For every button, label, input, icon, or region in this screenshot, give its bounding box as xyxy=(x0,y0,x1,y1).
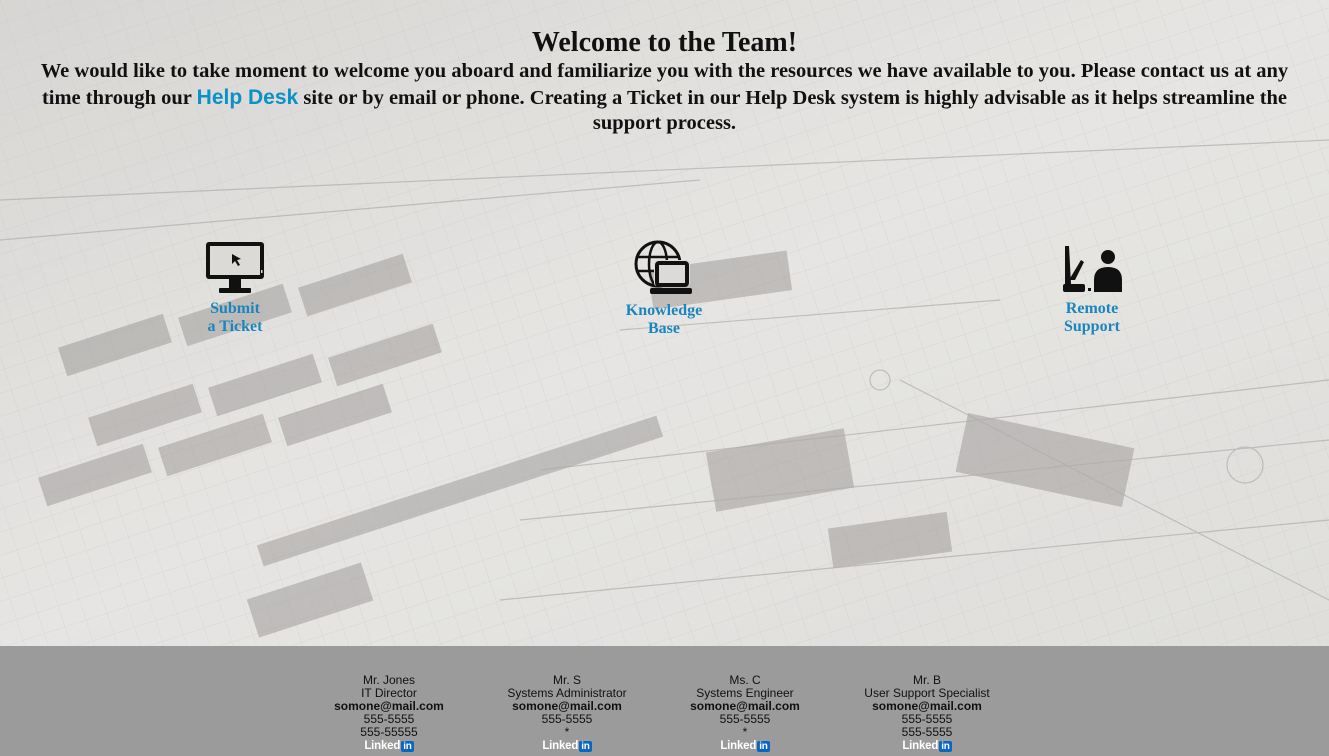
submit-ticket-label: Submit a Ticket xyxy=(207,300,263,335)
linkedin-wordmark: Linked xyxy=(542,740,579,752)
contact-card: Mr. Jones IT Director somone@mail.com 55… xyxy=(304,674,474,753)
contact-card: Mr. S Systems Administrator somone@mail.… xyxy=(482,674,652,753)
remote-support-icon xyxy=(1063,246,1122,292)
contact-phone-alt: * xyxy=(564,725,570,739)
linkedin-link[interactable]: Linked in xyxy=(902,740,952,753)
intro-section: Welcome to the Team! We would like to ta… xyxy=(0,27,1329,137)
linkedin-wordmark: Linked xyxy=(902,740,939,752)
globe-laptop-icon xyxy=(634,240,692,294)
submit-ticket-link[interactable]: Submit a Ticket xyxy=(170,240,300,336)
page-title: Welcome to the Team! xyxy=(531,27,798,58)
contact-phone-alt: 555-55555 xyxy=(360,725,418,739)
help-desk-link[interactable]: Help Desk xyxy=(197,86,299,109)
contact-phone-alt: 555-5555 xyxy=(901,725,953,739)
linkedin-icon: in xyxy=(401,741,414,752)
hero-section: Welcome to the Team! We would like to ta… xyxy=(0,0,1329,646)
linkedin-icon: in xyxy=(579,741,592,752)
remote-support-link[interactable]: Remote Support xyxy=(1027,240,1157,336)
linkedin-wordmark: Linked xyxy=(364,740,401,752)
linkedin-link[interactable]: Linked in xyxy=(542,740,592,753)
contact-phone-alt: * xyxy=(742,725,748,739)
contact-card: Ms. C Systems Engineer somone@mail.com 5… xyxy=(660,674,830,753)
knowledge-base-label: Knowledge Base xyxy=(625,302,703,337)
linkedin-link[interactable]: Linked in xyxy=(364,740,414,753)
remote-support-label: Remote Support xyxy=(1063,300,1121,335)
linkedin-icon: in xyxy=(757,741,770,752)
staff-footer: Mr. Jones IT Director somone@mail.com 55… xyxy=(0,646,1329,756)
welcome-text-end: site or by email or phone. Creating a Ti… xyxy=(298,86,1288,135)
knowledge-base-link[interactable]: Knowledge Base xyxy=(599,240,729,338)
linkedin-icon: in xyxy=(939,741,952,752)
linkedin-wordmark: Linked xyxy=(720,740,757,752)
contact-card: Mr. B User Support Specialist somone@mai… xyxy=(842,674,1012,753)
welcome-paragraph: We would like to take moment to welcome … xyxy=(20,59,1310,137)
linkedin-link[interactable]: Linked in xyxy=(720,740,770,753)
monitor-cursor-icon xyxy=(206,242,264,293)
